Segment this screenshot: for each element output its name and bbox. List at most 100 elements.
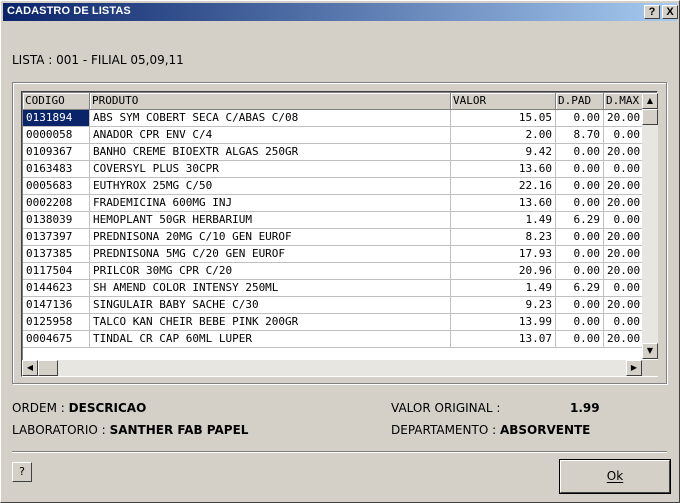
cell-codigo[interactable]: 0137385 — [23, 246, 90, 263]
cell-codigo[interactable]: 0005683 — [23, 178, 90, 195]
product-grid[interactable]: CODIGO PRODUTO VALOR D.PAD D.MAX 0131894… — [21, 91, 658, 377]
table-row[interactable]: 0002208 FRADEMICINA 600MG INJ 13.60 0.00 20.… — [23, 195, 644, 212]
cell-dpad[interactable]: 6.29 — [556, 212, 604, 229]
cell-dmax[interactable]: 20.00 — [604, 195, 644, 212]
cell-codigo[interactable]: 0144623 — [23, 280, 90, 297]
cell-codigo[interactable]: 0109367 — [23, 144, 90, 161]
cell-dpad[interactable]: 8.70 — [556, 127, 604, 144]
table-row[interactable]: 0137397 PREDNISONA 20MG C/10 GEN EUROF 8.2… — [23, 229, 644, 246]
cell-dmax[interactable]: 20.00 — [604, 229, 644, 246]
scroll-up-icon[interactable]: ▲ — [642, 93, 658, 109]
cell-codigo[interactable]: 0000058 — [23, 127, 90, 144]
cell-codigo[interactable]: 0125958 — [23, 314, 90, 331]
cell-produto[interactable]: TINDAL CR CAP 60ML LUPER — [90, 331, 451, 348]
vertical-scroll-thumb[interactable] — [642, 109, 658, 125]
table-row[interactable]: 0137385 PREDNISONA 5MG C/20 GEN EUROF 17.9… — [23, 246, 644, 263]
cell-codigo[interactable]: 0163483 — [23, 161, 90, 178]
close-button[interactable]: X — [662, 5, 678, 19]
cell-produto[interactable]: TALCO KAN CHEIR BEBE PINK 200GR — [90, 314, 451, 331]
table-row[interactable]: 0005683 EUTHYROX 25MG C/50 22.16 0.00 20.00 — [23, 178, 644, 195]
cell-produto[interactable]: SINGULAIR BABY SACHE C/30 — [90, 297, 451, 314]
cell-codigo[interactable]: 0137397 — [23, 229, 90, 246]
cell-dpad[interactable]: 0.00 — [556, 229, 604, 246]
cell-produto[interactable]: FRADEMICINA 600MG INJ — [90, 195, 451, 212]
cell-dmax[interactable]: 0.00 — [604, 161, 644, 178]
table-row[interactable]: 0125958 TALCO KAN CHEIR BEBE PINK 200GR 13… — [23, 314, 644, 331]
cell-valor[interactable]: 17.93 — [451, 246, 556, 263]
cell-produto[interactable]: PREDNISONA 5MG C/20 GEN EUROF — [90, 246, 451, 263]
table-row[interactable]: 0163483 COVERSYL PLUS 30CPR 13.60 0.00 0.00 — [23, 161, 644, 178]
cell-dmax[interactable]: 20.00 — [604, 331, 644, 348]
table-row[interactable]: 0109367 BANHO CREME BIOEXTR ALGAS 250GR 9.… — [23, 144, 644, 161]
cell-valor[interactable]: 9.42 — [451, 144, 556, 161]
table-row[interactable]: 0138039 HEMOPLANT 50GR HERBARIUM 1.49 6.29 0… — [23, 212, 644, 229]
column-header-codigo[interactable]: CODIGO — [23, 93, 90, 110]
table-row[interactable]: 0131894 ABS SYM COBERT SECA C/ABAS C/08 15… — [23, 110, 644, 127]
cell-dpad[interactable]: 0.00 — [556, 144, 604, 161]
cell-codigo[interactable]: 0138039 — [23, 212, 90, 229]
cell-valor[interactable]: 13.60 — [451, 161, 556, 178]
cell-dmax[interactable]: 20.00 — [604, 297, 644, 314]
cell-valor[interactable]: 13.99 — [451, 314, 556, 331]
cell-dmax[interactable]: 0.00 — [604, 314, 644, 331]
help-title-button[interactable]: ? — [644, 5, 660, 19]
cell-valor[interactable]: 2.00 — [451, 127, 556, 144]
cell-dpad[interactable]: 0.00 — [556, 110, 604, 127]
cell-dpad[interactable]: 0.00 — [556, 331, 604, 348]
column-header-produto[interactable]: PRODUTO — [90, 93, 451, 110]
cell-produto[interactable]: ANADOR CPR ENV C/4 — [90, 127, 451, 144]
cell-dpad[interactable]: 0.00 — [556, 263, 604, 280]
cell-valor[interactable]: 1.49 — [451, 212, 556, 229]
table-row[interactable]: 0144623 SH AMEND COLOR INTENSY 250ML 1.49 6… — [23, 280, 644, 297]
cell-produto[interactable]: BANHO CREME BIOEXTR ALGAS 250GR — [90, 144, 451, 161]
cell-produto[interactable]: HEMOPLANT 50GR HERBARIUM — [90, 212, 451, 229]
cell-codigo[interactable]: 0147136 — [23, 297, 90, 314]
scroll-right-icon[interactable]: ▶ — [626, 360, 642, 376]
column-header-dpad[interactable]: D.PAD — [556, 93, 604, 110]
column-header-valor[interactable]: VALOR — [451, 93, 556, 110]
cell-dmax[interactable]: 0.00 — [604, 127, 644, 144]
cell-dmax[interactable]: 20.00 — [604, 246, 644, 263]
cell-dmax[interactable]: 20.00 — [604, 263, 644, 280]
cell-valor[interactable]: 13.60 — [451, 195, 556, 212]
cell-dmax[interactable]: 20.00 — [604, 144, 644, 161]
cell-valor[interactable]: 15.05 — [451, 110, 556, 127]
horizontal-scrollbar[interactable]: ◀ ▶ — [22, 360, 642, 376]
table-row[interactable]: 0147136 SINGULAIR BABY SACHE C/30 9.23 0.00… — [23, 297, 644, 314]
cell-valor[interactable]: 1.49 — [451, 280, 556, 297]
cell-dmax[interactable]: 20.00 — [604, 110, 644, 127]
cell-produto[interactable]: ABS SYM COBERT SECA C/ABAS C/08 — [90, 110, 451, 127]
cell-codigo[interactable]: 0131894 — [23, 110, 90, 127]
cell-codigo[interactable]: 0004675 — [23, 331, 90, 348]
table-row[interactable]: 0117504 PRILCOR 30MG CPR C/20 20.96 0.00 20.… — [23, 263, 644, 280]
cell-dmax[interactable]: 0.00 — [604, 212, 644, 229]
cell-codigo[interactable]: 0117504 — [23, 263, 90, 280]
cell-dpad[interactable]: 6.29 — [556, 280, 604, 297]
cell-dpad[interactable]: 0.00 — [556, 178, 604, 195]
vertical-scrollbar[interactable]: ▲ ▼ — [642, 93, 658, 359]
cell-valor[interactable]: 13.07 — [451, 331, 556, 348]
scroll-left-icon[interactable]: ◀ — [22, 360, 38, 376]
cell-dmax[interactable]: 0.00 — [604, 280, 644, 297]
cell-valor[interactable]: 20.96 — [451, 263, 556, 280]
help-button[interactable]: ? — [12, 462, 32, 482]
cell-valor[interactable]: 9.23 — [451, 297, 556, 314]
ok-button[interactable]: Ok — [560, 460, 670, 493]
cell-dpad[interactable]: 0.00 — [556, 297, 604, 314]
table-row[interactable]: 0000058 ANADOR CPR ENV C/4 2.00 8.70 0.00 — [23, 127, 644, 144]
cell-produto[interactable]: PRILCOR 30MG CPR C/20 — [90, 263, 451, 280]
cell-dpad[interactable]: 0.00 — [556, 246, 604, 263]
cell-valor[interactable]: 8.23 — [451, 229, 556, 246]
column-header-dmax[interactable]: D.MAX — [604, 93, 644, 110]
horizontal-scroll-thumb[interactable] — [38, 360, 58, 376]
cell-produto[interactable]: EUTHYROX 25MG C/50 — [90, 178, 451, 195]
cell-codigo[interactable]: 0002208 — [23, 195, 90, 212]
table-row[interactable]: 0004675 TINDAL CR CAP 60ML LUPER 13.07 0.00… — [23, 331, 644, 348]
cell-produto[interactable]: PREDNISONA 20MG C/10 GEN EUROF — [90, 229, 451, 246]
cell-dpad[interactable]: 0.00 — [556, 161, 604, 178]
cell-dpad[interactable]: 0.00 — [556, 195, 604, 212]
cell-produto[interactable]: SH AMEND COLOR INTENSY 250ML — [90, 280, 451, 297]
cell-dpad[interactable]: 0.00 — [556, 314, 604, 331]
cell-valor[interactable]: 22.16 — [451, 178, 556, 195]
scroll-down-icon[interactable]: ▼ — [642, 343, 658, 359]
